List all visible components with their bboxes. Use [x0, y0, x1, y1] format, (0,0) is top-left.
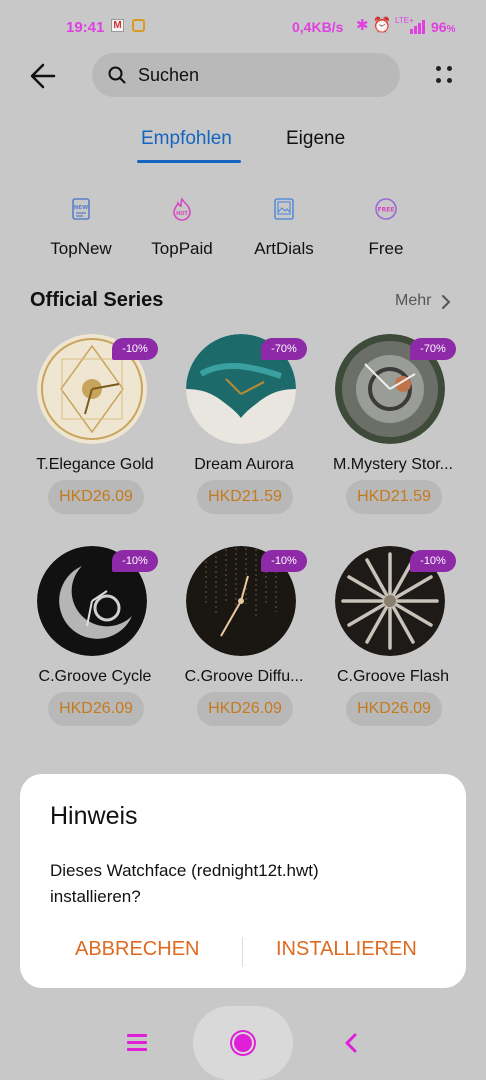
free-badge-icon: FREE — [375, 198, 397, 220]
install-button[interactable]: INSTALLIEREN — [276, 938, 417, 961]
tab-eigene[interactable]: Eigene — [286, 128, 345, 150]
category-label: Free — [368, 239, 404, 258]
price-button[interactable]: HKD26.09 — [48, 480, 144, 514]
watchface-name: Dream Aurora — [194, 456, 294, 473]
watchface-name: C.Groove Diffu... — [184, 668, 304, 685]
watchface-name: M.Mystery Stor... — [332, 456, 453, 473]
search-icon — [108, 66, 126, 84]
discount-badge: -10% — [112, 550, 158, 572]
hot-badge-icon: HOT — [173, 197, 191, 221]
category-label: ArtDials — [254, 239, 314, 258]
svg-text:NEW: NEW — [74, 205, 88, 211]
new-badge-icon: NEW — [72, 198, 90, 220]
status-time: 19:41 — [66, 19, 105, 36]
category-toppaid[interactable]: HOT TopPaid — [132, 192, 232, 258]
picture-frame-icon — [274, 198, 294, 220]
network-speed: 0,4KB/s — [292, 19, 344, 35]
gmail-icon: M — [111, 19, 124, 32]
price-button[interactable]: HKD21.59 — [197, 480, 293, 514]
app-notification-icon — [132, 19, 145, 32]
button-divider — [242, 937, 243, 967]
category-label: TopNew — [50, 239, 112, 258]
more-options-button[interactable] — [430, 62, 458, 90]
section-title: Official Series — [30, 289, 164, 311]
chevron-right-icon[interactable] — [440, 294, 452, 310]
back-nav-icon[interactable] — [343, 1032, 359, 1054]
category-label: TopPaid — [151, 239, 213, 258]
install-dialog: Hinweis Dieses Watchface (rednight12t.hw… — [20, 774, 466, 988]
dialog-message: Dieses Watchface (rednight12t.hwt) insta… — [50, 861, 319, 906]
discount-badge: -10% — [410, 550, 456, 572]
category-topnew[interactable]: NEW TopNew — [31, 192, 131, 258]
status-bar: 19:41 M 0,4KB/s ✱ ⏰ LTE+ 96% — [0, 0, 486, 54]
category-free[interactable]: FREE Free — [336, 192, 436, 258]
signal-icon — [410, 20, 428, 34]
price-button[interactable]: HKD26.09 — [346, 692, 442, 726]
svg-text:FREE: FREE — [378, 207, 395, 214]
cancel-button[interactable]: ABBRECHEN — [75, 938, 199, 961]
category-artdials[interactable]: ArtDials — [234, 192, 334, 258]
price-button[interactable]: HKD26.09 — [197, 692, 293, 726]
active-tab-indicator — [137, 160, 241, 163]
watchface-name: C.Groove Cycle — [38, 668, 152, 685]
recent-apps-icon[interactable] — [127, 1034, 147, 1052]
watchface-name: T.Elegance Gold — [36, 456, 154, 473]
discount-badge: -70% — [261, 338, 307, 360]
discount-badge: -70% — [410, 338, 456, 360]
discount-badge: -10% — [112, 338, 158, 360]
search-input[interactable]: Suchen — [92, 53, 400, 97]
home-icon[interactable] — [234, 1034, 252, 1052]
navigation-bar — [0, 1006, 486, 1080]
search-placeholder: Suchen — [138, 65, 200, 85]
arrow-left-icon — [30, 63, 56, 89]
price-button[interactable]: HKD21.59 — [346, 480, 442, 514]
battery-level: 96% — [431, 19, 456, 35]
watchface-name: C.Groove Flash — [336, 668, 450, 685]
dialog-title: Hinweis — [50, 802, 138, 830]
bluetooth-alarm-icons: ✱ ⏰ — [356, 17, 392, 34]
price-button[interactable]: HKD26.09 — [48, 692, 144, 726]
tab-empfohlen[interactable]: Empfohlen — [141, 128, 232, 150]
svg-text:HOT: HOT — [176, 211, 188, 217]
more-link[interactable]: Mehr — [395, 292, 431, 310]
back-button[interactable] — [24, 56, 64, 96]
discount-badge: -10% — [261, 550, 307, 572]
